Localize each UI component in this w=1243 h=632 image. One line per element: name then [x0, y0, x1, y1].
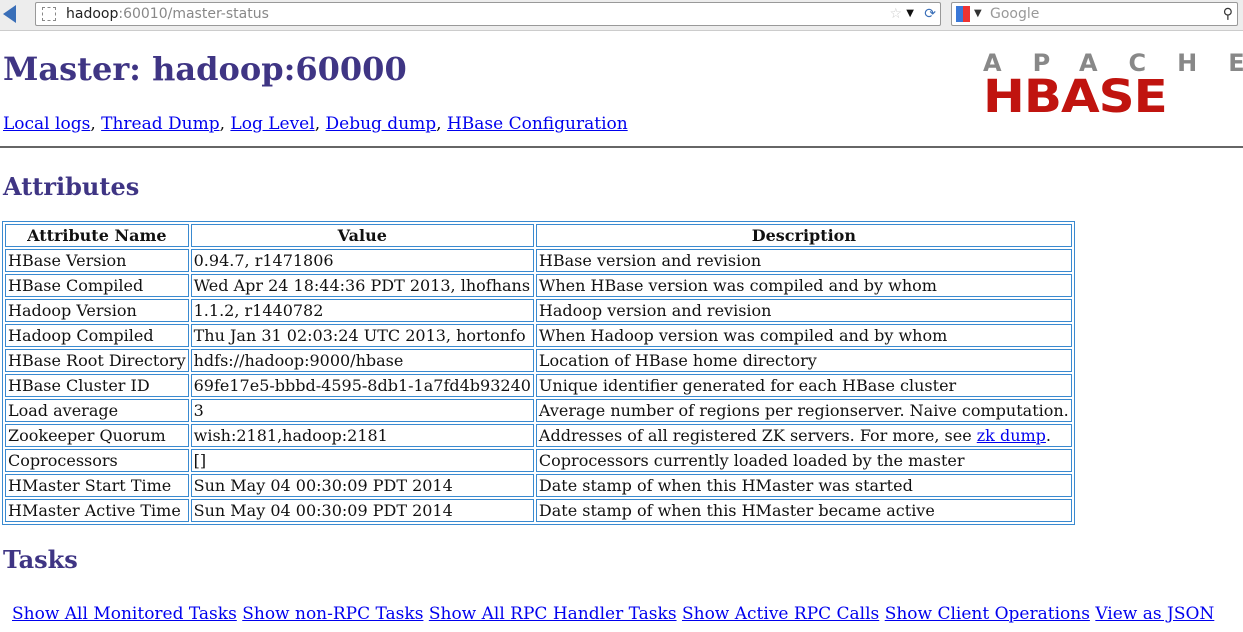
binoculars-icon[interactable]: ⚲	[1223, 3, 1233, 25]
table-row: Coprocessors[] Coprocessors currently loa…	[5, 449, 1072, 472]
table-row: Hadoop Compiled Thu Jan 31 02:03:24 UTC 2…	[5, 324, 1072, 347]
attributes-table: Attribute Name Value Description HBase V…	[2, 221, 1075, 525]
show-all-monitored-tasks-link[interactable]: Show All Monitored Tasks	[12, 604, 237, 624]
page-title: Master: hadoop:60000	[3, 50, 407, 88]
bookmark-star-icon[interactable]: ☆	[889, 3, 902, 25]
address-bar[interactable]: hadoop:60010/master-status ☆ ▼ ⟳	[35, 2, 941, 26]
local-logs-link[interactable]: Local logs	[3, 114, 90, 134]
table-row: HBase Compiled Wed Apr 24 18:44:36 PDT 20…	[5, 274, 1072, 297]
attribute-name: HBase Root Directory	[5, 349, 189, 372]
attribute-description: Unique identifier generated for each HBa…	[535, 374, 1072, 397]
attributes-heading: Attributes	[3, 172, 140, 201]
table-row: Zookeeper Quorum wish:2181,hadoop:2181 Add…	[5, 424, 1072, 447]
header-links: Local logs, Thread Dump, Log Level, Debu…	[3, 114, 628, 134]
tasks-heading: Tasks	[3, 545, 78, 574]
attribute-value: []	[190, 449, 534, 472]
attribute-name: HMaster Start Time	[5, 474, 189, 497]
attribute-value: Sun May 04 00:30:09 PDT 2014	[190, 474, 534, 497]
attribute-name: HBase Compiled	[5, 274, 189, 297]
table-row: HMaster Active Time Sun May 04 00:30:09 P…	[5, 499, 1072, 522]
table-row: Load average 3 Average number of regions p…	[5, 399, 1072, 422]
table-row: HBase Version 0.94.7, r1471806 HBase versi…	[5, 249, 1072, 272]
attribute-description: When Hadoop version was compiled and by …	[535, 324, 1072, 347]
divider	[0, 146, 1243, 148]
browser-toolbar: hadoop:60010/master-status ☆ ▼ ⟳ ▼ Googl…	[0, 0, 1243, 31]
attribute-value: hdfs://hadoop:9000/hbase	[190, 349, 534, 372]
url-path: :60010/master-status	[118, 6, 269, 22]
google-icon	[956, 6, 970, 22]
back-arrow-icon[interactable]	[3, 5, 16, 23]
attribute-description: Date stamp of when this HMaster was star…	[535, 474, 1072, 497]
hbase-configuration-link[interactable]: HBase Configuration	[447, 114, 628, 134]
attribute-name: HMaster Active Time	[5, 499, 189, 522]
attribute-value: Wed Apr 24 18:44:36 PDT 2013, lhofhans	[190, 274, 534, 297]
table-row: Hadoop Version 1.1.2, r1440782 Hadoop vers…	[5, 299, 1072, 322]
search-placeholder: Google	[990, 6, 1040, 22]
log-level-link[interactable]: Log Level	[230, 114, 314, 134]
attribute-value: wish:2181,hadoop:2181	[190, 424, 534, 447]
attribute-description: Average number of regions per regionserv…	[535, 399, 1072, 422]
attribute-name: Coprocessors	[5, 449, 189, 472]
attribute-description: When HBase version was compiled and by w…	[535, 274, 1072, 297]
attribute-name: HBase Version	[5, 249, 189, 272]
debug-dump-link[interactable]: Debug dump	[326, 114, 437, 134]
chevron-down-icon[interactable]: ▼	[974, 3, 982, 25]
attribute-description: Hadoop version and revision	[535, 299, 1072, 322]
attribute-description: Coprocessors currently loaded loaded by …	[535, 449, 1072, 472]
page-icon	[42, 7, 56, 21]
table-row: HBase Root Directory hdfs://hadoop:9000/h…	[5, 349, 1072, 372]
column-header: Attribute Name	[5, 224, 189, 247]
attribute-value: Thu Jan 31 02:03:24 UTC 2013, hortonfo	[190, 324, 534, 347]
zk-dump-link[interactable]: zk dump	[977, 426, 1046, 445]
description-text: Addresses of all registered ZK servers. …	[538, 426, 977, 445]
punctuation: .	[1045, 426, 1052, 445]
search-box[interactable]: ▼ Google ⚲	[951, 2, 1238, 26]
table-row: HMaster Start Time Sun May 04 00:30:09 PD…	[5, 474, 1072, 497]
attribute-description: Location of HBase home directory	[535, 349, 1072, 372]
attribute-description: Addresses of all registered ZK servers. …	[535, 424, 1072, 447]
attribute-description: HBase version and revision	[535, 249, 1072, 272]
show-all-rpc-handler-tasks-link[interactable]: Show All RPC Handler Tasks	[429, 604, 677, 624]
show-active-rpc-calls-link[interactable]: Show Active RPC Calls	[682, 604, 879, 624]
attribute-name: Zookeeper Quorum	[5, 424, 189, 447]
hbase-logo: APACHEHBASE	[983, 50, 1243, 123]
url-host: hadoop	[66, 6, 119, 22]
view-as-json-link[interactable]: View as JSON	[1095, 604, 1214, 624]
show-client-operations-link[interactable]: Show Client Operations	[885, 604, 1090, 624]
url-text: hadoop:60010/master-status	[66, 3, 269, 25]
table-row: HBase Cluster ID 69fe17e5-bbbd-4595-8db1-…	[5, 374, 1072, 397]
attribute-value: 3	[190, 399, 534, 422]
attribute-value: 0.94.7, r1471806	[190, 249, 534, 272]
attribute-name: HBase Cluster ID	[5, 374, 189, 397]
reload-icon[interactable]: ⟳	[924, 3, 936, 25]
column-header: Value	[190, 224, 534, 247]
attribute-name: Hadoop Version	[5, 299, 189, 322]
attribute-value: 69fe17e5-bbbd-4595-8db1-1a7fd4b93240	[190, 374, 534, 397]
attribute-name: Load average	[5, 399, 189, 422]
show-non-rpc-tasks-link[interactable]: Show non-RPC Tasks	[242, 604, 423, 624]
attribute-name: Hadoop Compiled	[5, 324, 189, 347]
thread-dump-link[interactable]: Thread Dump	[101, 114, 219, 134]
column-header: Description	[535, 224, 1072, 247]
attribute-description: Date stamp of when this HMaster became a…	[535, 499, 1072, 522]
chevron-down-icon[interactable]: ▼	[906, 3, 914, 25]
attribute-value: 1.1.2, r1440782	[190, 299, 534, 322]
tasks-links: Show All Monitored Tasks Show non-RPC Ta…	[12, 604, 1214, 624]
attribute-value: Sun May 04 00:30:09 PDT 2014	[190, 499, 534, 522]
